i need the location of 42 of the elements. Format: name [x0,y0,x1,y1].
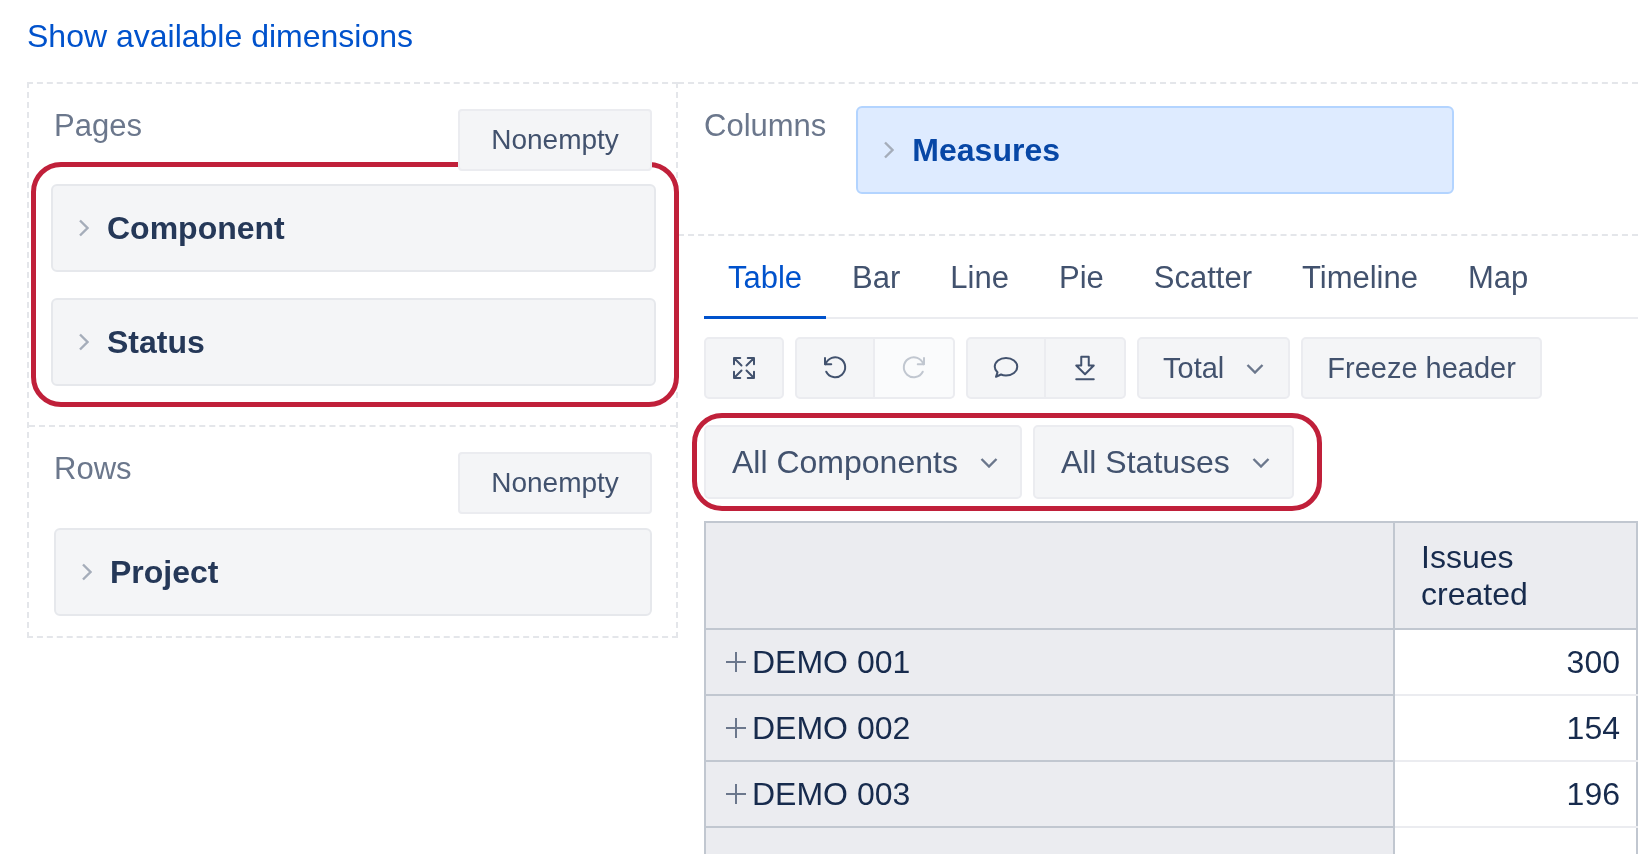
chart-type-tab[interactable]: Table [704,248,827,319]
column-header: Issues created [1394,522,1637,629]
filter-dropdown[interactable]: All Components [704,425,1022,499]
dimension-chip[interactable]: Component [51,184,656,272]
expand-plus-icon[interactable] [724,650,748,674]
freeze-header-button[interactable]: Freeze header [1301,337,1542,399]
chevron-right-icon [80,563,92,581]
chevron-down-icon [1246,362,1265,374]
filter-dropdown[interactable]: All Statuses [1032,425,1294,499]
row-label: DEMO 001 [752,643,911,681]
chart-type-tab[interactable]: Pie [1034,248,1128,319]
chevron-down-icon [1251,456,1270,468]
comment-button[interactable] [966,337,1046,399]
row-label: DEMO 002 [752,709,911,747]
chevron-right-icon [77,333,89,351]
chevron-right-icon [882,141,895,159]
nonempty-button[interactable]: Nonempty [458,109,652,171]
chart-type-tab[interactable]: Map [1444,248,1553,319]
download-button[interactable] [1046,337,1126,399]
section-label: Rows [54,450,132,487]
table-cell: 300 [1394,629,1637,695]
chart-type-tab[interactable]: Timeline [1278,248,1442,319]
expand-button[interactable] [704,337,784,399]
chart-type-tab[interactable]: Bar [828,248,925,319]
undo-button[interactable] [795,337,875,399]
table-cell: 154 [1394,695,1637,761]
nonempty-button[interactable]: Nonempty [458,452,652,514]
dimension-chip[interactable]: Measures [856,106,1455,194]
chart-type-tab[interactable]: Scatter [1129,248,1276,319]
show-dimensions-link[interactable]: Show available dimensions [27,18,413,62]
dimension-chip[interactable]: Project [54,528,652,616]
section-label: Columns [704,107,827,145]
expand-plus-icon[interactable] [724,782,748,806]
dimension-chip[interactable]: Status [51,298,656,386]
chart-type-tab[interactable]: Line [926,248,1033,319]
expand-plus-icon[interactable] [724,716,748,740]
chevron-right-icon [77,219,89,237]
chevron-down-icon [979,456,998,468]
total-dropdown[interactable]: Total [1137,337,1291,399]
row-label: DEMO 003 [752,775,911,813]
section-label: Pages [54,107,142,144]
table-cell: 196 [1394,761,1637,827]
